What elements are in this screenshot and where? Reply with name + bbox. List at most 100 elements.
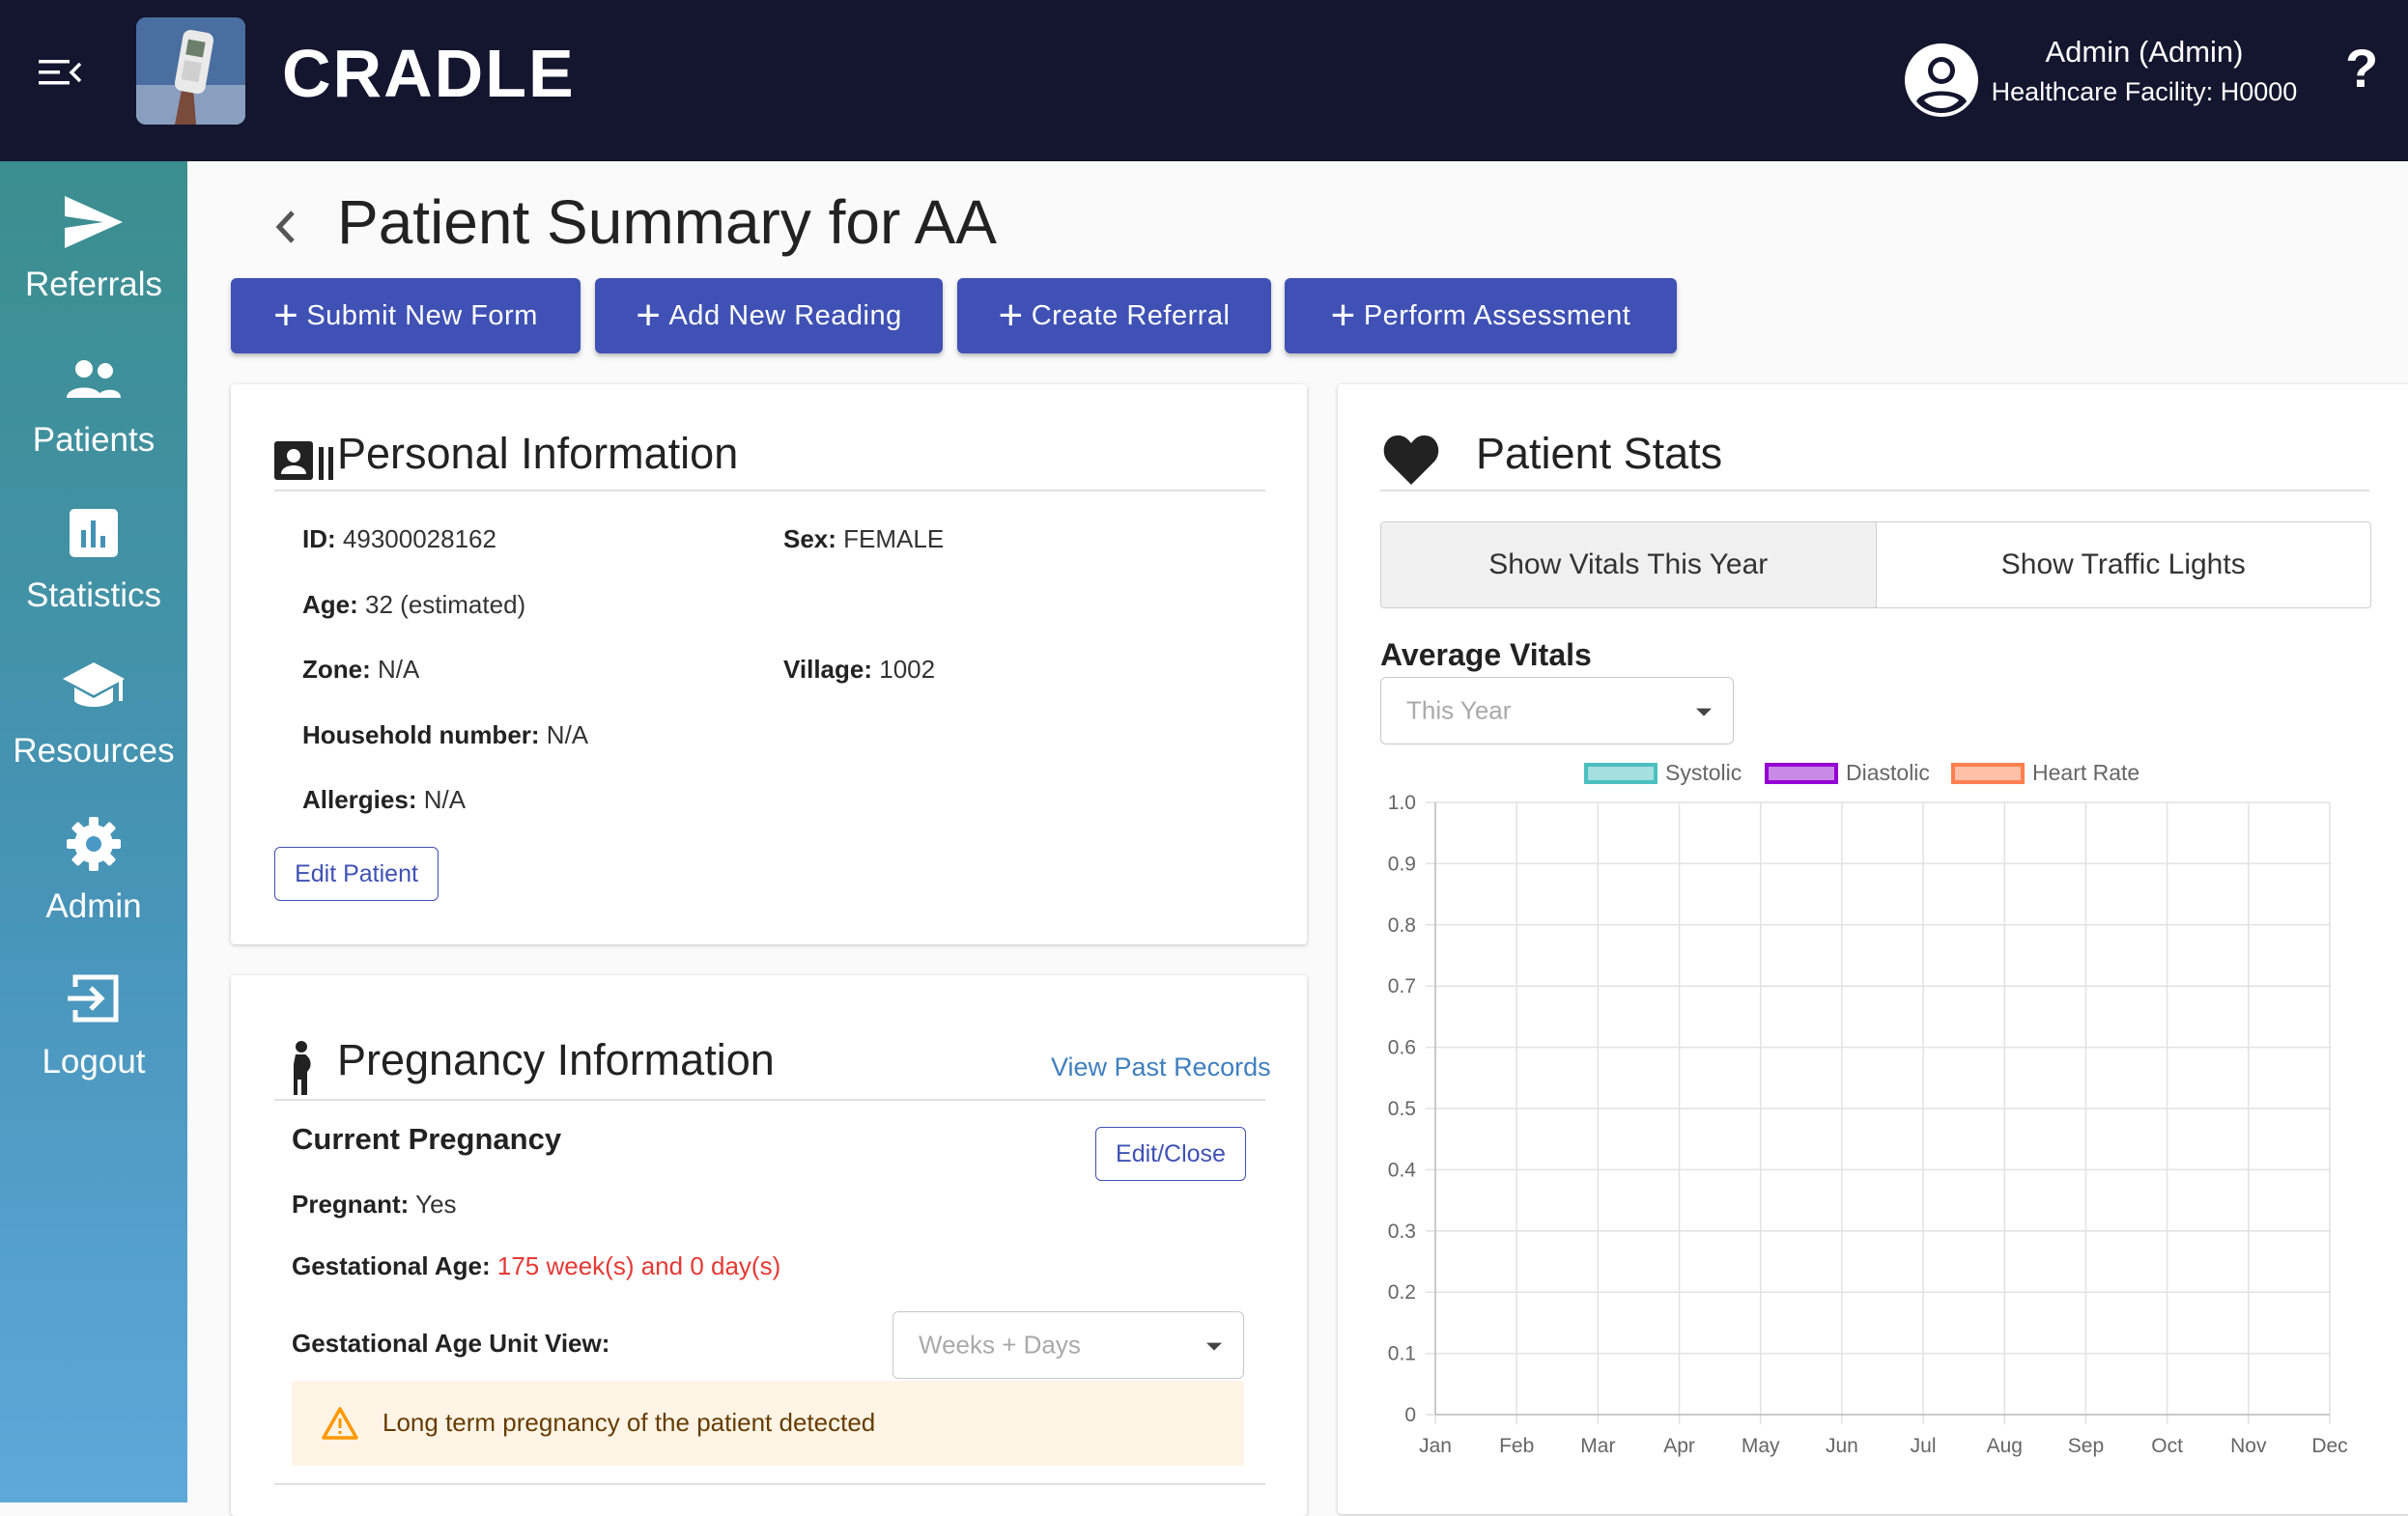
button-label: Submit New Form (306, 299, 538, 331)
y-tick-label: 0.8 (1388, 914, 1416, 937)
patient-village: Village: 1002 (783, 655, 936, 684)
y-tick-label: 0.5 (1388, 1098, 1416, 1120)
app-logo (136, 17, 245, 125)
x-tick-label: Apr (1663, 1435, 1695, 1457)
page-title: Patient Summary for AA (337, 187, 997, 257)
stats-view-toggle: Show Vitals This Year Show Traffic Light… (1380, 521, 2371, 608)
y-tick-label: 0.4 (1388, 1159, 1417, 1181)
divider (274, 1483, 1265, 1485)
gestational-age-unit-select[interactable]: Weeks + Days (892, 1311, 1244, 1379)
app-header: CRADLE Admin (Admin) Healthcare Facility… (0, 0, 2408, 161)
x-tick-label: Feb (1499, 1435, 1534, 1457)
current-pregnancy-title: Current Pregnancy (292, 1122, 562, 1156)
legend-swatch (1584, 762, 1657, 784)
add-new-reading-button[interactable]: + Add New Reading (595, 278, 943, 353)
pregnant-status: Pregnant: Yes (292, 1190, 457, 1219)
contact-card-icon (274, 441, 333, 480)
sidebar: Referrals Patients Statistics Resources (0, 161, 187, 1502)
y-tick-label: 0.7 (1388, 975, 1416, 997)
y-tick-label: 0 (1404, 1404, 1416, 1426)
patient-id: ID: 49300028162 (302, 524, 496, 553)
bar-chart-icon (70, 509, 118, 557)
plus-icon: + (636, 292, 662, 339)
user-facility: Healthcare Facility: H0000 (1991, 77, 2298, 106)
button-label: Add New Reading (668, 299, 902, 331)
patient-allergies: Allergies: N/A (302, 785, 467, 814)
view-past-records-link[interactable]: View Past Records (1051, 1053, 1271, 1082)
pregnancy-information-title: Pregnancy Information (337, 1035, 775, 1084)
legend-swatch (1765, 762, 1838, 784)
y-tick-label: 0.2 (1388, 1281, 1416, 1304)
x-tick-label: Jun (1826, 1435, 1858, 1457)
pregnant-woman-icon (294, 1041, 311, 1095)
divider (1380, 490, 2369, 491)
back-chevron-icon[interactable] (266, 203, 304, 251)
gear-icon (67, 817, 121, 871)
x-tick-label: Sep (2068, 1435, 2104, 1457)
edit-close-button[interactable]: Edit/Close (1095, 1127, 1246, 1181)
sidebar-item-label: Patients (32, 421, 156, 459)
y-tick-label: 1.0 (1388, 792, 1416, 814)
sidebar-item-statistics[interactable]: Statistics (0, 472, 187, 617)
submit-new-form-button[interactable]: + Submit New Form (231, 278, 581, 353)
sidebar-item-referrals[interactable]: Referrals (0, 161, 187, 306)
warning-icon (322, 1407, 358, 1440)
x-tick-label: Jul (1911, 1435, 1937, 1457)
help-icon[interactable]: ? (2345, 37, 2378, 99)
plus-icon: + (1330, 292, 1356, 339)
x-tick-label: Nov (2230, 1435, 2267, 1457)
divider (274, 490, 1265, 491)
menu-collapse-icon[interactable] (39, 58, 81, 87)
average-vitals-chart: 0 0.1 0.2 0.3 0.4 0.5 0.6 0.7 0.8 0.9 1.0 Jan Feb Mar… (1388, 792, 2348, 1457)
pregnancy-information-card: Pregnancy Information View Past Records … (231, 975, 1307, 1516)
y-tick-label: 0.1 (1388, 1343, 1416, 1365)
app-brand: CRADLE (282, 36, 576, 111)
x-tick-label: Oct (2151, 1435, 2183, 1457)
gestational-age-unit-label: Gestational Age Unit View: (292, 1329, 610, 1358)
divider (274, 1099, 1265, 1101)
patient-age: Age: 32 (estimated) (302, 590, 526, 619)
x-tick-label: Dec (2311, 1435, 2347, 1457)
edit-patient-button[interactable]: Edit Patient (274, 847, 439, 901)
button-label: Perform Assessment (1363, 299, 1631, 331)
show-vitals-toggle[interactable]: Show Vitals This Year (1381, 522, 1877, 607)
show-traffic-lights-toggle[interactable]: Show Traffic Lights (1877, 522, 2371, 607)
average-vitals-title: Average Vitals (1380, 637, 1592, 672)
y-tick-label: 0.9 (1388, 853, 1416, 875)
account-circle-icon[interactable] (1903, 42, 1980, 119)
button-label: Create Referral (1031, 299, 1231, 331)
plus-icon: + (273, 292, 299, 339)
x-tick-label: Mar (1580, 1435, 1615, 1457)
create-referral-button[interactable]: + Create Referral (957, 278, 1271, 353)
patient-stats-title: Patient Stats (1476, 429, 1723, 478)
user-name: Admin (Admin) (2045, 35, 2244, 69)
sidebar-item-label: Resources (13, 732, 175, 770)
send-icon (65, 196, 123, 248)
sidebar-item-admin[interactable]: Admin (0, 783, 187, 928)
y-tick-label: 0.3 (1388, 1221, 1416, 1243)
patient-sex: Sex: FEMALE (783, 524, 945, 553)
x-tick-label: Aug (1987, 1435, 2023, 1457)
select-value: Weeks + Days (919, 1330, 1081, 1360)
caret-down-icon (1696, 708, 1712, 716)
sidebar-item-logout[interactable]: Logout (0, 939, 187, 1083)
sidebar-item-label: Referrals (25, 266, 162, 303)
perform-assessment-button[interactable]: + Perform Assessment (1285, 278, 1677, 353)
x-tick-label: May (1742, 1435, 1780, 1457)
select-value: This Year (1406, 695, 1512, 725)
sidebar-item-patients[interactable]: Patients (0, 317, 187, 462)
personal-information-card: Personal Information ID: 49300028162 Sex… (231, 384, 1307, 944)
gestational-age: Gestational Age: 175 week(s) and 0 day(s… (292, 1251, 781, 1280)
patient-zone: Zone: N/A (302, 655, 420, 684)
sidebar-item-label: Statistics (25, 576, 162, 614)
sidebar-item-label: Logout (42, 1043, 146, 1081)
personal-information-title: Personal Information (337, 429, 739, 478)
long-pregnancy-warning: Long term pregnancy of the patient detec… (292, 1381, 1244, 1466)
logout-icon (68, 974, 119, 1023)
x-tick-label: Jan (1419, 1435, 1452, 1457)
sidebar-item-label: Admin (45, 887, 142, 925)
people-icon (67, 360, 121, 398)
period-select[interactable]: This Year (1380, 677, 1734, 744)
heart-icon (1383, 435, 1439, 485)
sidebar-item-resources[interactable]: Resources (0, 628, 187, 772)
